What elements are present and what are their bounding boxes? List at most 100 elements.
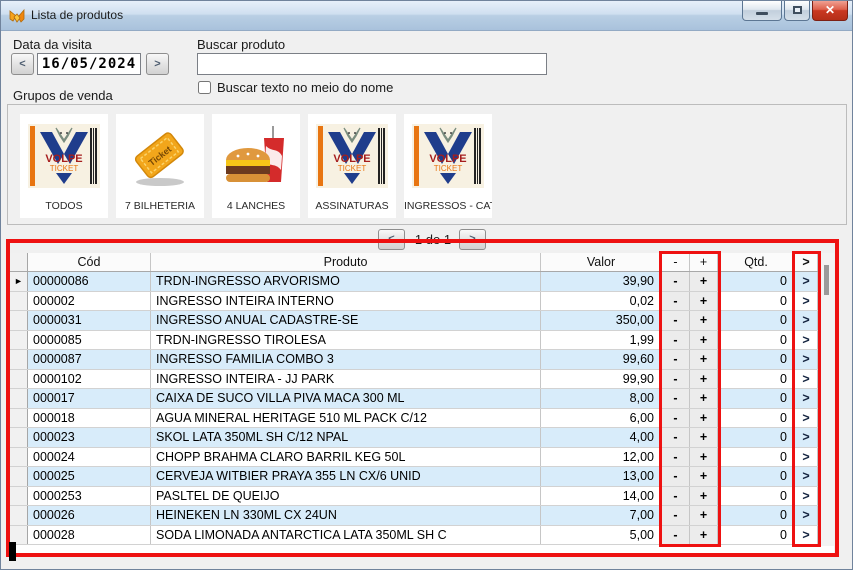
group-tile-todos[interactable]: VOLPE TICKET TODOS	[20, 114, 108, 218]
group-tile-bilheteria[interactable]: Ticket 7 BILHETERIA	[116, 114, 204, 218]
decrease-qty-button[interactable]: -	[662, 448, 690, 467]
scrollbar-thumb[interactable]	[824, 265, 829, 295]
table-row[interactable]: 000017 CAIXA DE SUCO VILLA PIVA MACA 300…	[10, 389, 818, 409]
send-row-button[interactable]: >	[795, 350, 818, 369]
increase-qty-button[interactable]: +	[690, 448, 718, 467]
maximize-button[interactable]	[784, 1, 810, 21]
table-row[interactable]: ► 00000086 TRDN-INGRESSO ARVORISMO 39,90…	[10, 272, 818, 292]
increase-qty-button[interactable]: +	[690, 389, 718, 408]
increase-qty-button[interactable]: +	[690, 331, 718, 350]
increase-qty-button[interactable]: +	[690, 272, 718, 291]
decrease-qty-button[interactable]: -	[662, 409, 690, 428]
decrease-qty-button[interactable]: -	[662, 350, 690, 369]
cell-qtd: 0	[718, 272, 795, 291]
table-row[interactable]: 000026 HEINEKEN LN 330ML CX 24UN 7,00 - …	[10, 506, 818, 526]
group-tile-assinaturas[interactable]: VOLPE TICKET ASSINATURAS	[308, 114, 396, 218]
row-selector-cell[interactable]	[10, 487, 28, 506]
increase-qty-button[interactable]: +	[690, 428, 718, 447]
cell-cod: 0000087	[28, 350, 151, 369]
vertical-scrollbar[interactable]	[818, 253, 834, 546]
cell-cod: 00000086	[28, 272, 151, 291]
row-selector-cell[interactable]	[10, 370, 28, 389]
send-row-button[interactable]: >	[795, 409, 818, 428]
decrease-qty-button[interactable]: -	[662, 428, 690, 447]
row-selector-cell[interactable]	[10, 311, 28, 330]
row-selector-cell[interactable]	[10, 292, 28, 311]
visit-date-value[interactable]: 16/05/2024	[37, 53, 141, 75]
table-row[interactable]: 000018 AGUA MINERAL HERITAGE 510 ML PACK…	[10, 409, 818, 429]
increase-qty-button[interactable]: +	[690, 487, 718, 506]
cell-produto: TRDN-INGRESSO ARVORISMO	[151, 272, 541, 291]
table-row[interactable]: 000024 CHOPP BRAHMA CLARO BARRIL KEG 50L…	[10, 448, 818, 468]
send-row-button[interactable]: >	[795, 428, 818, 447]
decrease-qty-button[interactable]: -	[662, 311, 690, 330]
table-row[interactable]: 0000253 PASLTEL DE QUEIJO 14,00 - + 0 >	[10, 487, 818, 507]
send-row-button[interactable]: >	[795, 448, 818, 467]
decrease-qty-button[interactable]: -	[662, 370, 690, 389]
row-selector-cell[interactable]	[10, 506, 28, 525]
increase-qty-button[interactable]: +	[690, 292, 718, 311]
send-row-button[interactable]: >	[795, 487, 818, 506]
send-row-button[interactable]: >	[795, 331, 818, 350]
search-input[interactable]	[197, 53, 547, 75]
cell-valor: 6,00	[541, 409, 662, 428]
close-button[interactable]: ✕	[812, 1, 848, 21]
row-selector-cell[interactable]	[10, 409, 28, 428]
group-tile-ingressos[interactable]: VOLPE TICKET INGRESSOS - CATR	[404, 114, 492, 218]
row-selector-cell[interactable]	[10, 389, 28, 408]
row-selector-cell[interactable]	[10, 448, 28, 467]
row-selector-cell[interactable]	[10, 467, 28, 486]
decrease-qty-button[interactable]: -	[662, 331, 690, 350]
send-row-button[interactable]: >	[795, 467, 818, 486]
search-middle-checkbox[interactable]	[198, 81, 211, 94]
cell-qtd: 0	[718, 389, 795, 408]
decrease-qty-button[interactable]: -	[662, 526, 690, 545]
page-next-button[interactable]: >	[459, 229, 486, 250]
cell-produto: SODA LIMONADA ANTARCTICA LATA 350ML SH C	[151, 526, 541, 545]
send-row-button[interactable]: >	[795, 311, 818, 330]
row-selector-cell[interactable]	[10, 428, 28, 447]
golden-ticket-icon: Ticket	[124, 120, 196, 192]
send-row-button[interactable]: >	[795, 370, 818, 389]
decrease-qty-button[interactable]: -	[662, 292, 690, 311]
table-row[interactable]: 000002 INGRESSO INTEIRA INTERNO 0,02 - +…	[10, 292, 818, 312]
cell-qtd: 0	[718, 350, 795, 369]
send-row-button[interactable]: >	[795, 272, 818, 291]
minimize-button[interactable]	[742, 1, 782, 21]
decrease-qty-button[interactable]: -	[662, 506, 690, 525]
increase-qty-button[interactable]: +	[690, 311, 718, 330]
decrease-qty-button[interactable]: -	[662, 487, 690, 506]
header-valor[interactable]: Valor	[541, 253, 662, 271]
row-selector-cell[interactable]: ►	[10, 272, 28, 291]
send-row-button[interactable]: >	[795, 526, 818, 545]
header-cod[interactable]: Cód	[28, 253, 151, 271]
table-row[interactable]: 0000102 INGRESSO INTEIRA - JJ PARK 99,90…	[10, 370, 818, 390]
send-row-button[interactable]: >	[795, 506, 818, 525]
row-selector-cell[interactable]	[10, 350, 28, 369]
cell-produto: INGRESSO ANUAL CADASTRE-SE	[151, 311, 541, 330]
send-row-button[interactable]: >	[795, 292, 818, 311]
send-row-button[interactable]: >	[795, 389, 818, 408]
table-row[interactable]: 000028 SODA LIMONADA ANTARCTICA LATA 350…	[10, 526, 818, 546]
decrease-qty-button[interactable]: -	[662, 389, 690, 408]
increase-qty-button[interactable]: +	[690, 370, 718, 389]
increase-qty-button[interactable]: +	[690, 526, 718, 545]
increase-qty-button[interactable]: +	[690, 467, 718, 486]
table-row[interactable]: 000025 CERVEJA WITBIER PRAYA 355 LN CX/6…	[10, 467, 818, 487]
increase-qty-button[interactable]: +	[690, 409, 718, 428]
row-selector-cell[interactable]	[10, 331, 28, 350]
increase-qty-button[interactable]: +	[690, 350, 718, 369]
group-tile-lanches[interactable]: 4 LANCHES	[212, 114, 300, 218]
page-prev-button[interactable]: <	[378, 229, 405, 250]
header-qtd[interactable]: Qtd.	[718, 253, 795, 271]
table-row[interactable]: 0000087 INGRESSO FAMILIA COMBO 3 99,60 -…	[10, 350, 818, 370]
table-row[interactable]: 000023 SKOL LATA 350ML SH C/12 NPAL 4,00…	[10, 428, 818, 448]
date-next-button[interactable]: >	[146, 53, 169, 75]
decrease-qty-button[interactable]: -	[662, 467, 690, 486]
decrease-qty-button[interactable]: -	[662, 272, 690, 291]
date-prev-button[interactable]: <	[11, 53, 34, 75]
header-produto[interactable]: Produto	[151, 253, 541, 271]
increase-qty-button[interactable]: +	[690, 506, 718, 525]
table-row[interactable]: 0000085 TRDN-INGRESSO TIROLESA 1,99 - + …	[10, 331, 818, 351]
table-row[interactable]: 0000031 INGRESSO ANUAL CADASTRE-SE 350,0…	[10, 311, 818, 331]
